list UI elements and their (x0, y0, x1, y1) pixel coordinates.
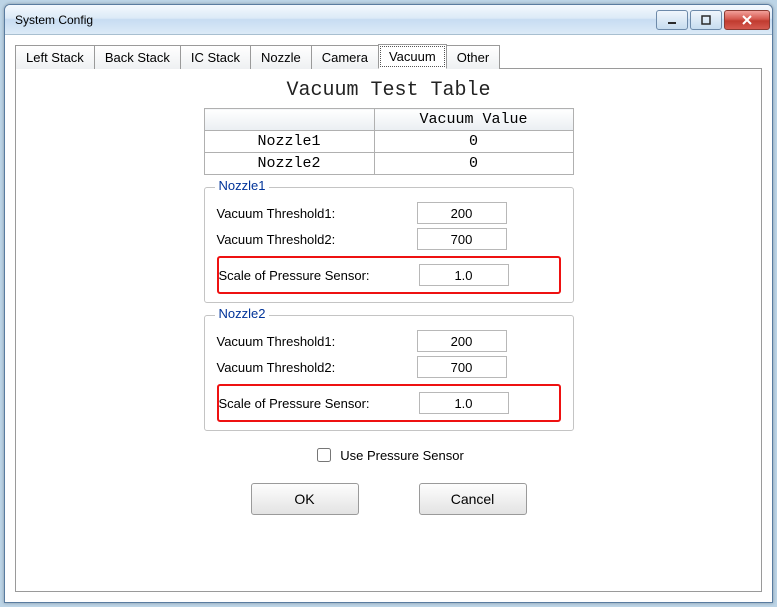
thresh2-label: Vacuum Threshold2: (217, 232, 417, 247)
row-value: 0 (374, 131, 573, 153)
thresh1-input[interactable] (417, 330, 507, 352)
thresh2-input[interactable] (417, 356, 507, 378)
field-row: Scale of Pressure Sensor: (219, 264, 559, 286)
maximize-button[interactable] (690, 10, 722, 30)
tab-ic-stack[interactable]: IC Stack (180, 45, 251, 69)
tab-back-stack[interactable]: Back Stack (94, 45, 181, 69)
thresh2-input[interactable] (417, 228, 507, 250)
titlebar: System Config (5, 5, 772, 35)
thresh1-input[interactable] (417, 202, 507, 224)
cancel-button[interactable]: Cancel (419, 483, 527, 515)
table-corner (204, 109, 374, 131)
tab-vacuum[interactable]: Vacuum (378, 44, 447, 69)
scale-label: Scale of Pressure Sensor: (219, 396, 419, 411)
button-row: OK Cancel (251, 483, 527, 515)
close-button[interactable] (724, 10, 770, 30)
highlight-box: Scale of Pressure Sensor: (217, 256, 561, 294)
table-row: Nozzle2 0 (204, 153, 573, 175)
system-config-window: System Config Left Stack Back Stack IC S… (4, 4, 773, 603)
use-sensor-checkbox[interactable] (317, 448, 331, 462)
thresh1-label: Vacuum Threshold1: (217, 206, 417, 221)
group-nozzle2: Nozzle2 Vacuum Threshold1: Vacuum Thresh… (204, 315, 574, 431)
thresh1-label: Vacuum Threshold1: (217, 334, 417, 349)
ok-button[interactable]: OK (251, 483, 359, 515)
use-sensor-label: Use Pressure Sensor (340, 448, 464, 463)
highlight-box: Scale of Pressure Sensor: (217, 384, 561, 422)
field-row: Vacuum Threshold2: (217, 228, 561, 250)
thresh2-label: Vacuum Threshold2: (217, 360, 417, 375)
field-row: Vacuum Threshold2: (217, 356, 561, 378)
tab-other[interactable]: Other (446, 45, 501, 69)
client-area: Left Stack Back Stack IC Stack Nozzle Ca… (5, 35, 772, 602)
minimize-button[interactable] (656, 10, 688, 30)
tab-camera[interactable]: Camera (311, 45, 379, 69)
group-title: Nozzle1 (215, 178, 270, 193)
scale-input[interactable] (419, 264, 509, 286)
tab-nozzle[interactable]: Nozzle (250, 45, 312, 69)
table-row: Nozzle1 0 (204, 131, 573, 153)
row-value: 0 (374, 153, 573, 175)
group-title: Nozzle2 (215, 306, 270, 321)
tab-left-stack[interactable]: Left Stack (15, 45, 95, 69)
group-nozzle1: Nozzle1 Vacuum Threshold1: Vacuum Thresh… (204, 187, 574, 303)
field-row: Scale of Pressure Sensor: (219, 392, 559, 414)
vacuum-test-table: Vacuum Value Nozzle1 0 Nozzle2 0 (204, 108, 574, 175)
scale-label: Scale of Pressure Sensor: (219, 268, 419, 283)
row-name: Nozzle1 (204, 131, 374, 153)
row-name: Nozzle2 (204, 153, 374, 175)
window-title: System Config (15, 13, 93, 27)
use-sensor-row: Use Pressure Sensor (313, 445, 464, 465)
tab-strip: Left Stack Back Stack IC Stack Nozzle Ca… (15, 43, 762, 69)
field-row: Vacuum Threshold1: (217, 330, 561, 352)
scale-input[interactable] (419, 392, 509, 414)
page-title: Vacuum Test Table (286, 79, 490, 102)
tab-page-vacuum: Vacuum Test Table Vacuum Value Nozzle1 0… (15, 68, 762, 592)
window-buttons (654, 10, 770, 30)
field-row: Vacuum Threshold1: (217, 202, 561, 224)
col-header-vacuum-value: Vacuum Value (374, 109, 573, 131)
